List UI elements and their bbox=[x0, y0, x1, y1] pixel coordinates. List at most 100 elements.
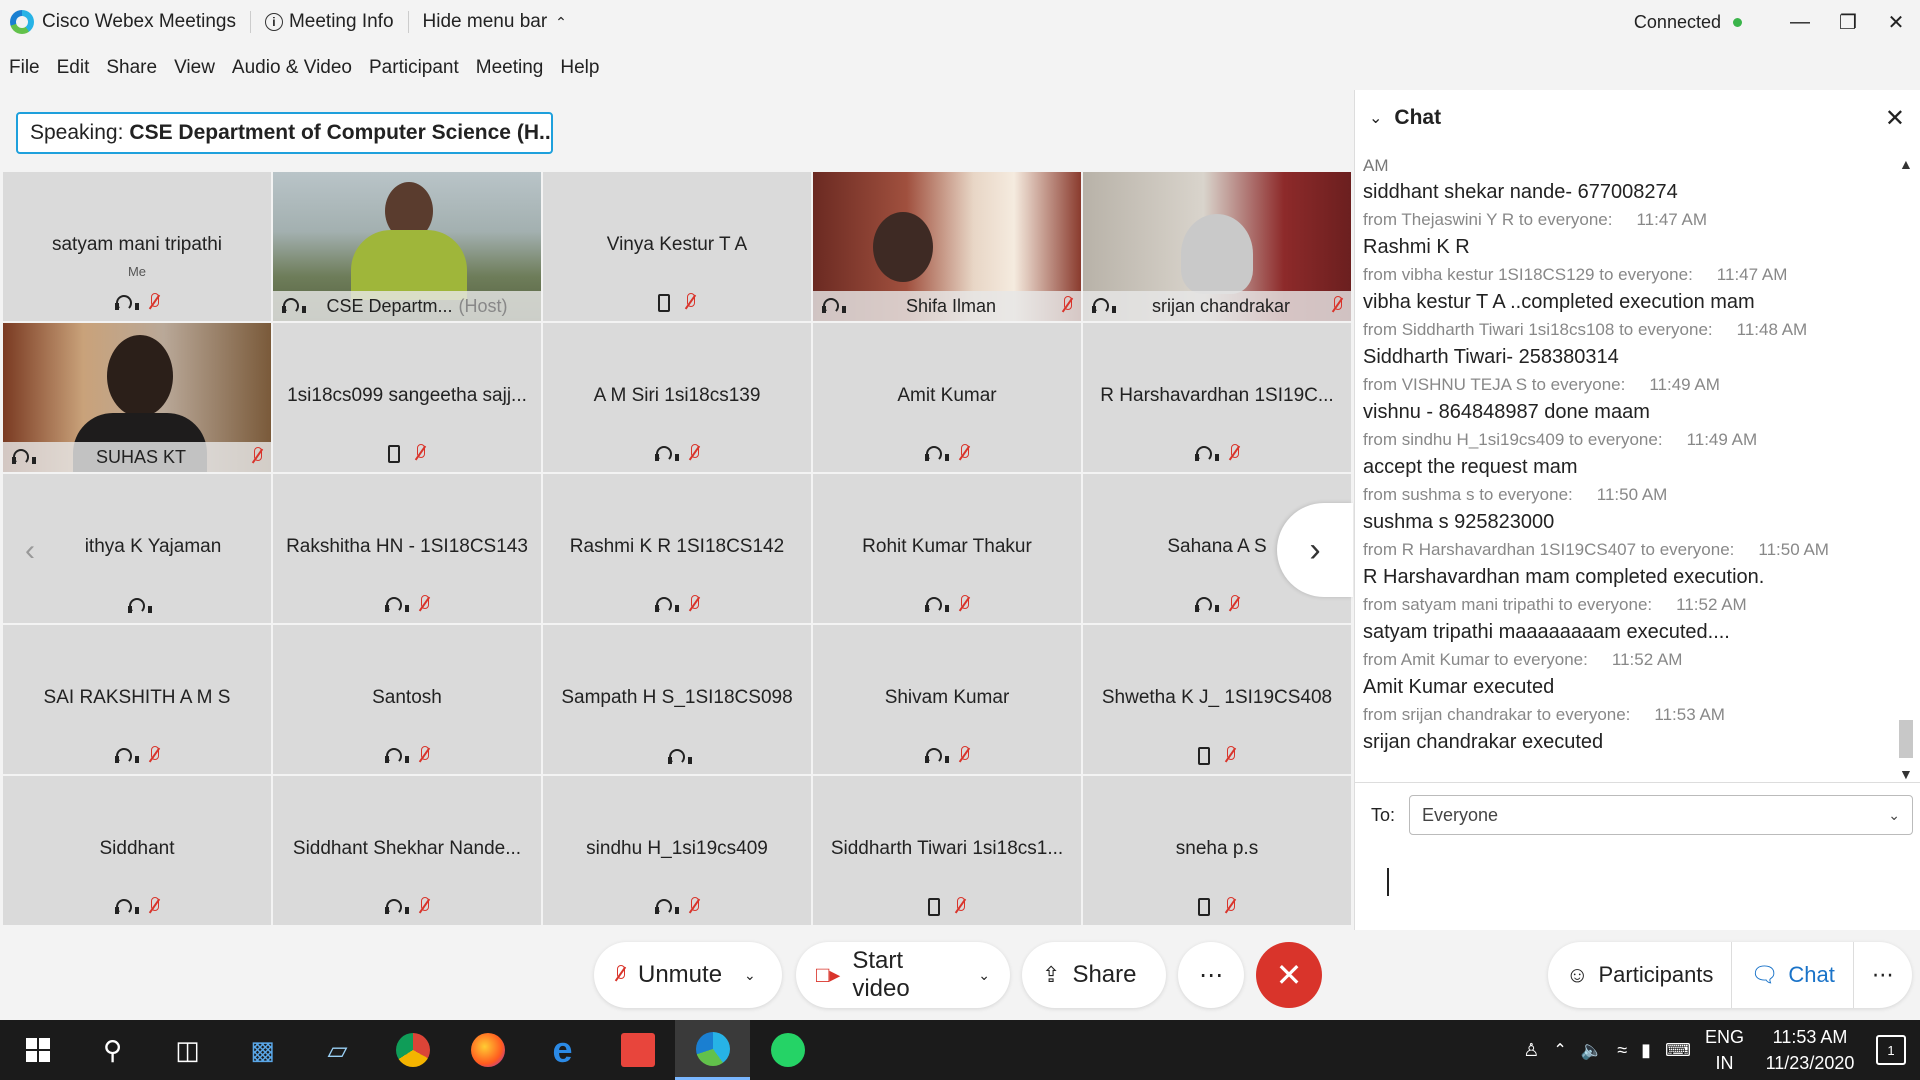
keyboard-icon[interactable]: ⌨ bbox=[1665, 1040, 1691, 1061]
region-code: IN bbox=[1715, 1053, 1734, 1073]
menu-help[interactable]: Help bbox=[560, 57, 599, 79]
scroll-up-icon[interactable]: ▲ bbox=[1899, 156, 1913, 172]
participant-tile[interactable]: srijan chandrakar bbox=[1083, 172, 1351, 321]
mic-muted-icon bbox=[1224, 897, 1236, 917]
participant-tile[interactable]: Rohit Kumar Thakur bbox=[813, 474, 1081, 623]
share-button[interactable]: ⇪ Share bbox=[1022, 942, 1166, 1008]
participant-tile[interactable]: Rakshitha HN - 1SI18CS143 bbox=[273, 474, 541, 623]
wifi-icon[interactable]: ≈ bbox=[1617, 1040, 1627, 1061]
participant-tile[interactable]: Shifa Ilman bbox=[813, 172, 1081, 321]
participant-name: Shwetha K J_ 1SI19CS408 bbox=[1101, 687, 1333, 708]
search-icon: ⚲ bbox=[102, 1034, 123, 1065]
scroll-down-icon[interactable]: ▼ bbox=[1899, 766, 1913, 782]
anydesk-button[interactable] bbox=[600, 1020, 675, 1080]
participant-tile[interactable]: Siddhant Shekhar Nande... bbox=[273, 776, 541, 925]
participant-tile[interactable]: R Harshavardhan 1SI19C... bbox=[1083, 323, 1351, 472]
participant-tile[interactable]: Vinya Kestur T A bbox=[543, 172, 811, 321]
chat-message-text: vishnu - 864848987 done maam bbox=[1363, 401, 1650, 423]
participant-tile[interactable]: Siddhant bbox=[3, 776, 271, 925]
menu-edit[interactable]: Edit bbox=[57, 57, 90, 79]
battery-icon[interactable]: ▮ bbox=[1641, 1040, 1651, 1061]
participant-tile[interactable]: 1si18cs099 sangeetha sajj... bbox=[273, 323, 541, 472]
chat-sender: from R Harshavardhan 1SI19CS407 to every… bbox=[1363, 540, 1735, 559]
scroll-thumb[interactable] bbox=[1899, 720, 1913, 758]
start-button[interactable] bbox=[0, 1020, 75, 1080]
people-icon[interactable]: ♙ bbox=[1523, 1040, 1539, 1061]
webex-taskbar-button[interactable] bbox=[675, 1020, 750, 1080]
close-chat-button[interactable]: ✕ bbox=[1885, 104, 1905, 133]
menu-file[interactable]: File bbox=[9, 57, 40, 79]
taskbar-app-2[interactable]: ▱ bbox=[300, 1020, 375, 1080]
clock[interactable]: 11:53 AM 11/23/2020 bbox=[1758, 1024, 1862, 1076]
participant-label: Shifa Ilman bbox=[813, 291, 1081, 321]
language-indicator[interactable]: ENG IN bbox=[1705, 1024, 1744, 1076]
windows-taskbar: ⚲ ◫ ▩ ▱ e ♙ ⌃ 🔈 ≈ ▮ ⌨ ENG IN 11:53 AM 11… bbox=[0, 1020, 1920, 1080]
mic-muted-icon bbox=[418, 595, 430, 615]
participant-tile[interactable]: Amit Kumar bbox=[813, 323, 1081, 472]
participant-tile[interactable]: SUHAS KT bbox=[3, 323, 271, 472]
whatsapp-button[interactable] bbox=[750, 1020, 825, 1080]
restore-button[interactable]: ❐ bbox=[1824, 0, 1872, 44]
volume-icon[interactable]: 🔈 bbox=[1581, 1040, 1603, 1061]
participant-tile[interactable]: CSE Departm... (Host) bbox=[273, 172, 541, 321]
chat-time: 11:47 AM bbox=[1636, 210, 1708, 229]
more-options-button[interactable]: ⋯ bbox=[1178, 942, 1244, 1008]
phone-icon bbox=[1198, 898, 1210, 916]
firefox-button[interactable] bbox=[450, 1020, 525, 1080]
mic-muted-icon bbox=[418, 897, 430, 917]
recipient-select[interactable]: Everyone ⌄ bbox=[1409, 795, 1914, 835]
chat-button[interactable]: 🗨 Chat bbox=[1731, 942, 1852, 1008]
webex-logo-icon bbox=[10, 10, 34, 34]
hide-menu-bar-button[interactable]: Hide menu bar ⌃ bbox=[423, 11, 567, 33]
chevron-down-icon[interactable]: ⌄ bbox=[744, 967, 756, 984]
participant-tile[interactable]: A M Siri 1si18cs139 bbox=[543, 323, 811, 472]
chat-scrollbar[interactable]: ▲ ▼ bbox=[1895, 156, 1917, 782]
chat-time: 11:49 AM bbox=[1649, 375, 1720, 394]
chevron-up-icon[interactable]: ⌃ bbox=[1553, 1040, 1566, 1060]
minimize-button[interactable]: — bbox=[1776, 0, 1824, 44]
participant-name: Vinya Kestur T A bbox=[606, 234, 748, 255]
participant-tile[interactable]: SAI RAKSHITH A M S bbox=[3, 625, 271, 774]
chat-message-text: sushma s 925823000 bbox=[1363, 511, 1555, 533]
menu-participant[interactable]: Participant bbox=[369, 57, 459, 79]
chevron-down-icon[interactable]: ⌄ bbox=[978, 967, 990, 984]
participant-tile[interactable]: Sampath H S_1SI18CS098 bbox=[543, 625, 811, 774]
participant-tile[interactable]: satyam mani tripathi Me bbox=[3, 172, 271, 321]
participant-name: Shifa Ilman bbox=[905, 295, 997, 316]
close-window-button[interactable]: ✕ bbox=[1872, 0, 1920, 44]
chrome-button[interactable] bbox=[375, 1020, 450, 1080]
chat-recipient-row: To: Everyone ⌄ bbox=[1371, 795, 1914, 835]
clock-date: 11/23/2020 bbox=[1765, 1053, 1855, 1073]
menu-audio-video[interactable]: Audio & Video bbox=[232, 57, 352, 79]
taskbar-app-1[interactable]: ▩ bbox=[225, 1020, 300, 1080]
meeting-info-button[interactable]: i Meeting Info bbox=[264, 11, 394, 33]
chat-log[interactable]: AM siddhant shekar nande- 677008274 from… bbox=[1363, 156, 1893, 852]
participant-name: srijan chandrakar bbox=[1151, 295, 1291, 316]
participant-tile[interactable]: ‹ ithya K Yajaman bbox=[3, 474, 271, 623]
participant-tile[interactable]: Shivam Kumar bbox=[813, 625, 1081, 774]
chat-message-meta: from vibha kestur 1SI18CS129 to everyone… bbox=[1363, 262, 1893, 288]
end-meeting-button[interactable]: ✕ bbox=[1256, 942, 1322, 1008]
participant-tile[interactable]: sneha p.s bbox=[1083, 776, 1351, 925]
participant-tile[interactable]: sindhu H_1si19cs409 bbox=[543, 776, 811, 925]
app-name: Cisco Webex Meetings bbox=[42, 11, 236, 32]
chat-message-input[interactable] bbox=[1371, 850, 1911, 920]
unmute-button[interactable]: Unmute ⌄ bbox=[594, 942, 782, 1008]
edge-button[interactable]: e bbox=[525, 1020, 600, 1080]
notification-center-button[interactable]: 1 bbox=[1876, 1035, 1906, 1065]
menu-view[interactable]: View bbox=[174, 57, 215, 79]
menu-meeting[interactable]: Meeting bbox=[476, 57, 544, 79]
participant-label: SUHAS KT bbox=[3, 442, 271, 472]
start-video-button[interactable]: □▸ Start video ⌄ bbox=[796, 942, 1010, 1008]
menu-share[interactable]: Share bbox=[106, 57, 157, 79]
more-panels-button[interactable]: ⋯ bbox=[1852, 942, 1912, 1008]
task-view-button[interactable]: ◫ bbox=[150, 1020, 225, 1080]
mic-muted-icon bbox=[1061, 296, 1073, 316]
participant-tile[interactable]: Santosh bbox=[273, 625, 541, 774]
participant-tile[interactable]: Siddharth Tiwari 1si18cs1... bbox=[813, 776, 1081, 925]
participant-tile[interactable]: Rashmi K R 1SI18CS142 bbox=[543, 474, 811, 623]
participants-button[interactable]: ☺ Participants bbox=[1548, 942, 1731, 1008]
participant-tile[interactable]: Shwetha K J_ 1SI19CS408 bbox=[1083, 625, 1351, 774]
chevron-down-icon[interactable]: ⌄ bbox=[1369, 108, 1382, 128]
search-button[interactable]: ⚲ bbox=[75, 1020, 150, 1080]
